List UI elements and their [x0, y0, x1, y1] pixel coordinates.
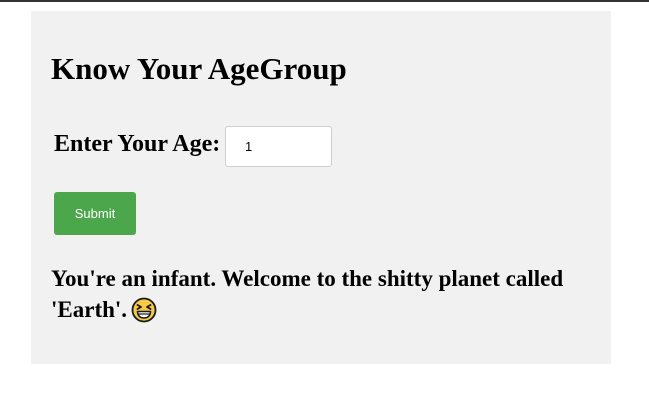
result-message: You're an infant. Welcome to the shitty …: [51, 263, 596, 331]
submit-button[interactable]: Submit: [54, 192, 136, 235]
top-border-line: [0, 0, 649, 2]
age-input[interactable]: [225, 126, 332, 167]
laughing-squinting-face-icon: [131, 297, 157, 331]
age-group-card: Know Your AgeGroup Enter Your Age: Submi…: [31, 11, 611, 364]
page-title: Know Your AgeGroup: [51, 51, 347, 86]
age-label: Enter Your Age:: [54, 131, 221, 157]
result-text: You're an infant. Welcome to the shitty …: [51, 266, 564, 322]
